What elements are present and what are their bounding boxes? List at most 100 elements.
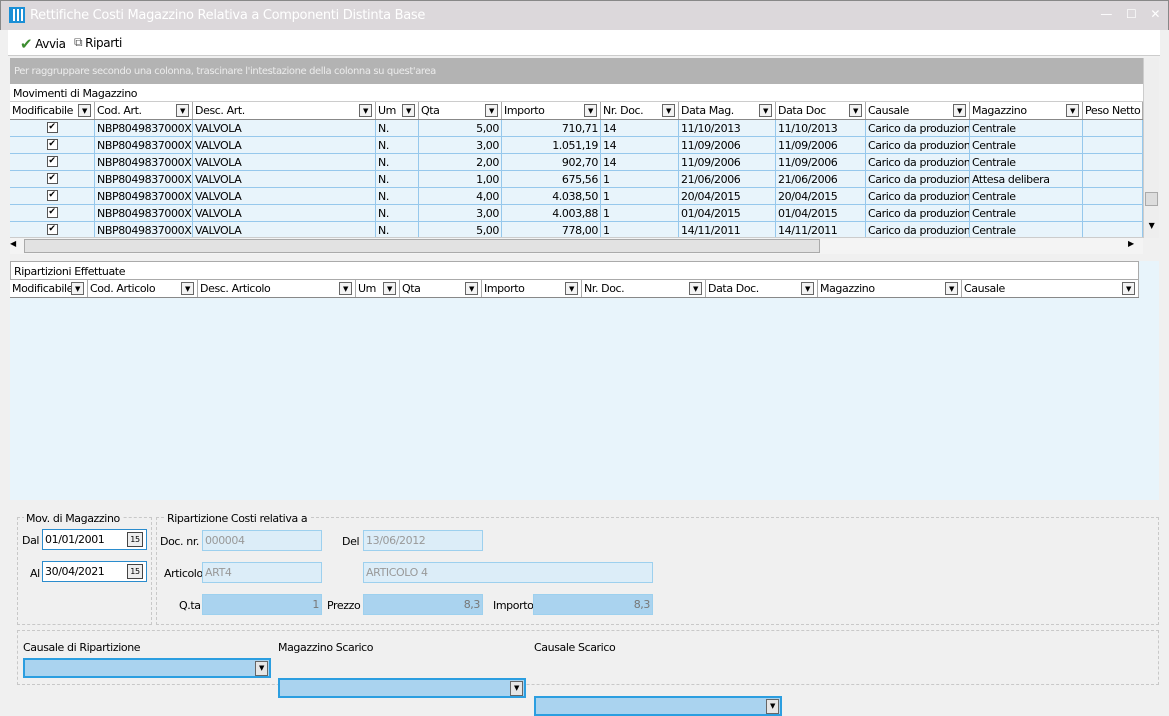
column-label: Peso Netto [1085, 104, 1141, 117]
filter-dropdown-icon[interactable]: ▼ [339, 282, 352, 295]
scroll-right-icon[interactable]: ▶ [1128, 239, 1142, 253]
column-header[interactable]: Causale ▼ [866, 102, 970, 119]
filter-dropdown-icon[interactable]: ▼ [465, 282, 478, 295]
filter-dropdown-icon[interactable]: ▼ [1066, 104, 1079, 117]
filter-dropdown-icon[interactable]: ▼ [402, 104, 415, 117]
table-row[interactable]: ✔ NBP8049837000X VALVOLA N. 2,00 902,70 14 11/0… [10, 154, 1143, 171]
filter-dropdown-icon[interactable]: ▼ [485, 104, 498, 117]
checkbox[interactable]: ✔ [46, 156, 58, 167]
column-header[interactable]: Magazzino ▼ [970, 102, 1083, 119]
column-header[interactable]: Nr. Doc. ▼ [601, 102, 679, 119]
column-header[interactable]: Importo ▼ [482, 280, 582, 297]
causale-ripartizione-combo[interactable]: ▼ [23, 658, 271, 678]
column-label: Importo [504, 104, 545, 117]
maximize-button[interactable]: ☐ [1126, 7, 1137, 21]
checkbox[interactable]: ✔ [46, 207, 58, 218]
filter-dropdown-icon[interactable]: ▼ [689, 282, 702, 295]
table-cell: 21/06/2006 [679, 171, 776, 187]
table-cell: NBP8049837000X [97, 205, 193, 221]
filter-dropdown-icon[interactable]: ▼ [359, 104, 372, 117]
filter-dropdown-icon[interactable]: ▼ [78, 104, 91, 117]
filter-dropdown-icon[interactable]: ▼ [383, 282, 396, 295]
column-label: Causale [964, 282, 1005, 295]
checkbox[interactable]: ✔ [46, 173, 58, 184]
column-header[interactable]: Desc. Articolo ▼ [198, 280, 356, 297]
table-row[interactable]: ✔ NBP8049837000X VALVOLA N. 5,00 778,00 1 14/11… [10, 222, 1143, 237]
calendar-icon[interactable]: 15 [127, 564, 143, 579]
filter-dropdown-icon[interactable]: ▼ [801, 282, 814, 295]
table-row[interactable]: ✔ NBP8049837000X VALVOLA N. 3,00 1.051,19 14 11… [10, 137, 1143, 154]
column-header[interactable]: Magazzino ▼ [818, 280, 962, 297]
checkbox[interactable]: ✔ [46, 190, 58, 201]
riparti-button[interactable]: ⧉ Riparti [74, 35, 122, 50]
filter-dropdown-icon[interactable]: ▼ [849, 104, 862, 117]
causale-scarico-combo[interactable]: ▼ [534, 696, 782, 716]
column-header[interactable]: Desc. Art. ▼ [193, 102, 376, 119]
column-header[interactable]: Data Mag. ▼ [679, 102, 776, 119]
table-row[interactable]: ✔ NBP8049837000X VALVOLA N. 3,00 4.003,88 1 01/… [10, 205, 1143, 222]
table-cell: Carico da produzione [868, 205, 970, 221]
qta-field: 1 [202, 594, 322, 615]
filter-dropdown-icon[interactable]: ▼ [662, 104, 675, 117]
table-cell: 1,00 [419, 171, 502, 187]
filter-dropdown-icon[interactable]: ▼ [565, 282, 578, 295]
table-cell: 1 [601, 188, 679, 204]
ripartizioni-grid[interactable]: Modificabile ▼ Cod. Articolo ▼ Desc. Articol… [10, 280, 1139, 500]
horizontal-scrollbar[interactable]: ◀ ▶ [10, 237, 1143, 254]
filter-dropdown-icon[interactable]: ▼ [945, 282, 958, 295]
column-header[interactable]: Qta ▼ [400, 280, 482, 297]
filter-dropdown-icon[interactable]: ▼ [953, 104, 966, 117]
scroll-left-icon[interactable]: ◀ [10, 239, 24, 253]
filter-dropdown-icon[interactable]: ▼ [1122, 282, 1135, 295]
table-cell: Centrale [970, 137, 1083, 153]
calendar-icon[interactable]: 15 [127, 532, 143, 547]
filter-dropdown-icon[interactable]: ▼ [181, 282, 194, 295]
column-header[interactable]: Data Doc. ▼ [706, 280, 818, 297]
column-header[interactable]: Peso Netto [1083, 102, 1143, 119]
chevron-down-icon[interactable]: ▼ [766, 699, 779, 714]
column-header[interactable]: Modificabile ▼ [10, 102, 95, 119]
table-cell: 1 [601, 222, 679, 237]
column-header[interactable]: Causale ▼ [962, 280, 1139, 297]
chevron-down-icon[interactable]: ▼ [255, 661, 268, 676]
table-cell: Carico da produzione [868, 171, 970, 187]
h-scroll-thumb[interactable] [24, 239, 820, 253]
column-label: Importo [484, 282, 525, 295]
movimenti-grid[interactable]: Modificabile ▼ Cod. Art. ▼ Desc. Art. ▼ Um ▼ Qta… [10, 102, 1143, 237]
column-header[interactable]: Nr. Doc. ▼ [582, 280, 706, 297]
group-by-area[interactable]: Per raggruppare secondo una colonna, tra… [10, 58, 1143, 84]
filter-dropdown-icon[interactable]: ▼ [176, 104, 189, 117]
column-header[interactable]: Cod. Articolo ▼ [88, 280, 198, 297]
checkbox[interactable]: ✔ [46, 122, 58, 133]
column-header[interactable]: Um ▼ [356, 280, 400, 297]
dal-date-input[interactable]: 01/01/2001 15 [42, 529, 147, 550]
column-header[interactable]: Importo ▼ [502, 102, 601, 119]
checkbox[interactable]: ✔ [46, 139, 58, 150]
table-row[interactable]: ✔ NBP8049837000X VALVOLA N. 5,00 710,71 14 11/1… [10, 120, 1143, 137]
avvia-button[interactable]: ✔ Avvia [20, 35, 66, 53]
checkbox[interactable]: ✔ [46, 224, 58, 235]
filter-dropdown-icon[interactable]: ▼ [71, 282, 84, 295]
filter-dropdown-icon[interactable]: ▼ [584, 104, 597, 117]
scroll-down-icon[interactable]: ▼ [1145, 221, 1158, 235]
table-cell: 675,56 [502, 171, 601, 187]
column-header[interactable]: Um ▼ [376, 102, 419, 119]
column-label: Um [378, 104, 396, 117]
filter-dropdown-icon[interactable]: ▼ [759, 104, 772, 117]
column-header[interactable]: Qta ▼ [419, 102, 502, 119]
table-row[interactable]: ✔ NBP8049837000X VALVOLA N. 1,00 675,56 1 21/06… [10, 171, 1143, 188]
table-cell: 11/10/2013 [776, 120, 866, 136]
scroll-thumb[interactable] [1145, 192, 1158, 206]
vertical-scrollbar[interactable]: ▼ [1143, 58, 1159, 238]
doc-nr-field: 000004 [202, 530, 322, 551]
magazzino-scarico-combo[interactable]: ▼ [278, 678, 526, 698]
minimize-button[interactable]: — [1100, 7, 1112, 21]
close-button[interactable]: ✕ [1150, 7, 1160, 21]
column-header[interactable]: Cod. Art. ▼ [95, 102, 193, 119]
column-header[interactable]: Data Doc ▼ [776, 102, 866, 119]
table-row[interactable]: ✔ NBP8049837000X VALVOLA N. 4,00 4.038,50 1 20/… [10, 188, 1143, 205]
column-header[interactable]: Modificabile ▼ [10, 280, 88, 297]
table-cell: 4,00 [419, 188, 502, 204]
table-cell: N. [376, 205, 419, 221]
al-date-input[interactable]: 30/04/2021 15 [42, 561, 147, 582]
